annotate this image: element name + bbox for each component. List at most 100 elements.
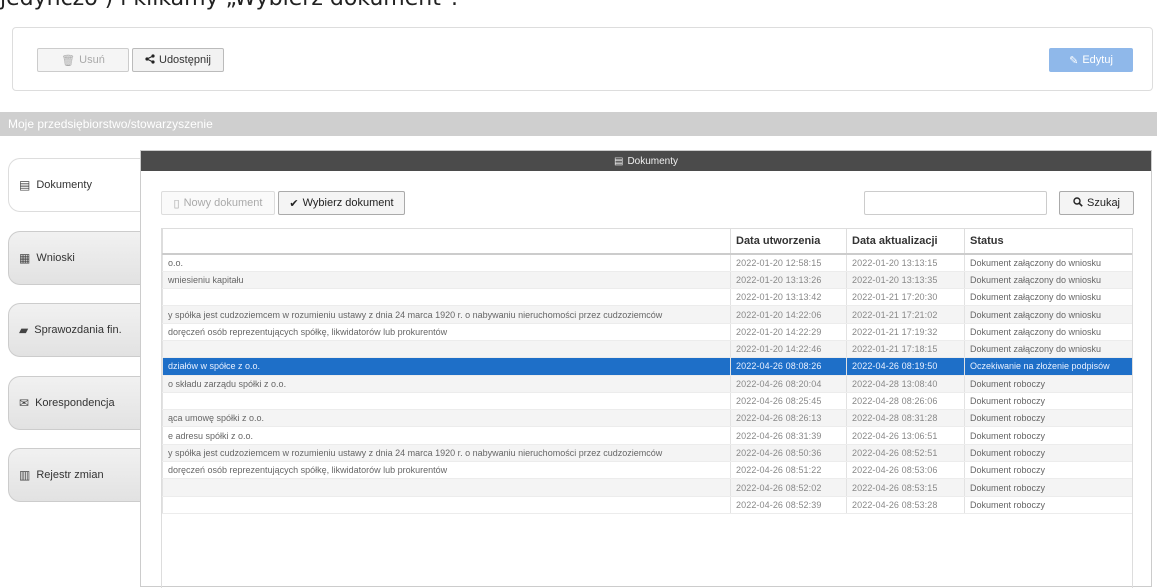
table-row[interactable]: działów w spółce z o.o. 2022-04-26 08:08:… bbox=[162, 357, 1132, 376]
documents-panel-header: ▤ Dokumenty bbox=[141, 151, 1151, 171]
cell-name: wniesieniu kapitału bbox=[162, 271, 731, 290]
table-row[interactable]: o składu zarządu spółki z o.o. 2022-04-26… bbox=[162, 375, 1132, 393]
cell-updated: 2022-04-26 08:53:28 bbox=[846, 496, 965, 514]
document-icon: ▤ bbox=[19, 178, 31, 192]
documents-panel: ▤ Dokumenty ▯ Nowy dokument ✔ Wybierz do… bbox=[140, 150, 1152, 588]
sidebar-item-label: Dokumenty bbox=[36, 179, 92, 191]
cell-status: Dokument roboczy bbox=[964, 426, 1132, 445]
table-row[interactable]: 2022-04-26 08:52:02 2022-04-26 08:53:15 Do… bbox=[162, 478, 1132, 497]
search-input[interactable] bbox=[864, 191, 1047, 215]
cell-status: Dokument załączony do wniosku bbox=[964, 323, 1132, 341]
document-icon: ▤ bbox=[613, 155, 624, 167]
table-row[interactable]: 2022-01-20 13:13:42 2022-01-21 17:20:30 Do… bbox=[162, 288, 1132, 307]
cell-status: Dokument roboczy bbox=[964, 392, 1132, 411]
share-icon bbox=[145, 53, 155, 67]
cell-updated: 2022-04-26 08:53:15 bbox=[846, 478, 965, 497]
cell-updated: 2022-04-26 13:06:51 bbox=[846, 426, 965, 445]
cell-updated: 2022-04-26 08:53:06 bbox=[846, 461, 965, 480]
cell-created: 2022-04-26 08:52:02 bbox=[730, 478, 847, 497]
sidebar-item-dokumenty[interactable]: ▤ Dokumenty bbox=[8, 158, 140, 212]
cell-status: Dokument załączony do wniosku bbox=[964, 340, 1132, 359]
cell-name bbox=[162, 288, 731, 307]
envelope-icon: ✉ bbox=[19, 396, 30, 410]
edit-icon: ✎ bbox=[1069, 54, 1079, 67]
cell-updated: 2022-04-28 08:31:28 bbox=[846, 409, 965, 428]
choose-document-button[interactable]: ✔ Wybierz dokument bbox=[278, 191, 405, 215]
cell-status: Dokument załączony do wniosku bbox=[964, 271, 1132, 290]
cell-name bbox=[162, 340, 731, 359]
cell-updated: 2022-04-28 08:26:06 bbox=[846, 392, 965, 411]
cell-updated: 2022-01-21 17:18:15 bbox=[846, 340, 965, 359]
share-button-label: Udostępnij bbox=[159, 54, 211, 66]
cell-status: Dokument załączony do wniosku bbox=[964, 254, 1132, 272]
sidebar-item-korespondencja[interactable]: ✉ Korespondencja bbox=[8, 376, 140, 430]
section-title-bar: Moje przedsiębiorstwo/stowarzyszenie bbox=[0, 112, 1157, 136]
cell-created: 2022-04-26 08:31:39 bbox=[730, 426, 847, 445]
table-row[interactable]: ąca umowę spółki z o.o. 2022-04-26 08:26:… bbox=[162, 409, 1132, 428]
sidebar-item-wnioski[interactable]: ▦ Wnioski bbox=[8, 231, 140, 285]
table-row[interactable]: o.o. 2022-01-20 12:58:15 2022-01-20 13:13:… bbox=[162, 254, 1132, 272]
table-row[interactable]: y spółka jest cudzoziemcem w rozumieniu … bbox=[162, 305, 1132, 324]
cell-created: 2022-01-20 12:58:15 bbox=[730, 254, 847, 272]
column-header-updated[interactable]: Data aktualizacji bbox=[846, 229, 965, 255]
sidebar-item-label: Rejestr zmian bbox=[36, 469, 104, 481]
cell-name: o.o. bbox=[162, 254, 731, 272]
cell-updated: 2022-04-26 08:52:51 bbox=[846, 444, 965, 463]
table-row[interactable]: e adresu spółki z o.o. 2022-04-26 08:31:3… bbox=[162, 426, 1132, 445]
cell-status: Dokument roboczy bbox=[964, 478, 1132, 497]
cell-created: 2022-01-20 14:22:46 bbox=[730, 340, 847, 359]
table-row[interactable]: doręczeń osób reprezentujących spółkę, l… bbox=[162, 323, 1132, 341]
cell-status: Dokument załączony do wniosku bbox=[964, 305, 1132, 324]
delete-button[interactable]: 🗑 Usuń bbox=[37, 48, 129, 72]
sidebar-item-sprawozdania[interactable]: ▰ Sprawozdania fin. bbox=[8, 303, 140, 357]
instruction-text: jedynczo ) i klikamy „Wybierz dokument". bbox=[0, 0, 458, 11]
table-row[interactable]: 2022-04-26 08:52:39 2022-04-26 08:53:28 Do… bbox=[162, 496, 1132, 514]
column-header-created[interactable]: Data utworzenia bbox=[730, 229, 847, 255]
cell-created: 2022-01-20 14:22:06 bbox=[730, 305, 847, 324]
cell-updated: 2022-04-26 08:19:50 bbox=[846, 357, 965, 376]
trash-icon: 🗑 bbox=[61, 54, 76, 67]
new-document-button[interactable]: ▯ Nowy dokument bbox=[161, 191, 275, 215]
cell-created: 2022-04-26 08:25:45 bbox=[730, 392, 847, 411]
cell-status: Dokument roboczy bbox=[964, 461, 1132, 480]
sidebar-item-label: Wnioski bbox=[36, 252, 75, 264]
table-row[interactable]: y spółka jest cudzoziemcem w rozumieniu … bbox=[162, 444, 1132, 463]
cell-name bbox=[162, 496, 731, 514]
file-icon: ▯ bbox=[173, 197, 180, 210]
cell-name: doręczeń osób reprezentujących spółkę, l… bbox=[162, 323, 731, 341]
delete-button-label: Usuń bbox=[79, 54, 105, 66]
table-row[interactable]: doręczeń osób reprezentujących spółkę, l… bbox=[162, 461, 1132, 480]
file-icon: ▦ bbox=[19, 251, 31, 265]
cell-created: 2022-01-20 13:13:26 bbox=[730, 271, 847, 290]
toolbar: 🗑 Usuń Udostępnij ✎ Edytuj bbox=[12, 27, 1153, 91]
sidebar-item-rejestr-zmian[interactable]: ▥ Rejestr zmian bbox=[8, 448, 140, 502]
table-row[interactable]: wniesieniu kapitału 2022-01-20 13:13:26 20… bbox=[162, 271, 1132, 290]
column-header-status[interactable]: Status bbox=[964, 229, 1132, 255]
documents-panel-title: Dokumenty bbox=[627, 155, 679, 167]
cell-status: Dokument roboczy bbox=[964, 409, 1132, 428]
folder-icon: ▰ bbox=[19, 323, 29, 337]
cell-name bbox=[162, 478, 731, 497]
new-document-label: Nowy dokument bbox=[183, 197, 263, 209]
edit-button-label: Edytuj bbox=[1082, 54, 1113, 66]
cell-name: e adresu spółki z o.o. bbox=[162, 426, 731, 445]
share-button[interactable]: Udostępnij bbox=[132, 48, 224, 72]
cell-name: o składu zarządu spółki z o.o. bbox=[162, 375, 731, 393]
cell-created: 2022-04-26 08:20:04 bbox=[730, 375, 847, 393]
table-row[interactable]: 2022-04-26 08:25:45 2022-04-28 08:26:06 Do… bbox=[162, 392, 1132, 411]
cell-name: y spółka jest cudzoziemcem w rozumieniu … bbox=[162, 444, 731, 463]
search-button[interactable]: Szukaj bbox=[1059, 191, 1134, 215]
edit-button[interactable]: ✎ Edytuj bbox=[1049, 48, 1133, 72]
table-row[interactable]: 2022-01-20 14:22:46 2022-01-21 17:18:15 Do… bbox=[162, 340, 1132, 359]
sidebar-item-label: Sprawozdania fin. bbox=[34, 324, 122, 336]
cell-name: doręczeń osób reprezentujących spółkę, l… bbox=[162, 461, 731, 480]
documents-table: Data utworzenia Data aktualizacji Status… bbox=[161, 228, 1133, 588]
cell-updated: 2022-01-20 13:13:35 bbox=[846, 271, 965, 290]
cell-updated: 2022-01-21 17:20:30 bbox=[846, 288, 965, 307]
search-button-label: Szukaj bbox=[1086, 197, 1121, 209]
sidebar-item-label: Korespondencja bbox=[35, 397, 115, 409]
cell-created: 2022-04-26 08:08:26 bbox=[730, 357, 847, 376]
column-header-name[interactable] bbox=[162, 229, 731, 255]
cell-created: 2022-04-26 08:26:13 bbox=[730, 409, 847, 428]
cell-updated: 2022-01-21 17:21:02 bbox=[846, 305, 965, 324]
